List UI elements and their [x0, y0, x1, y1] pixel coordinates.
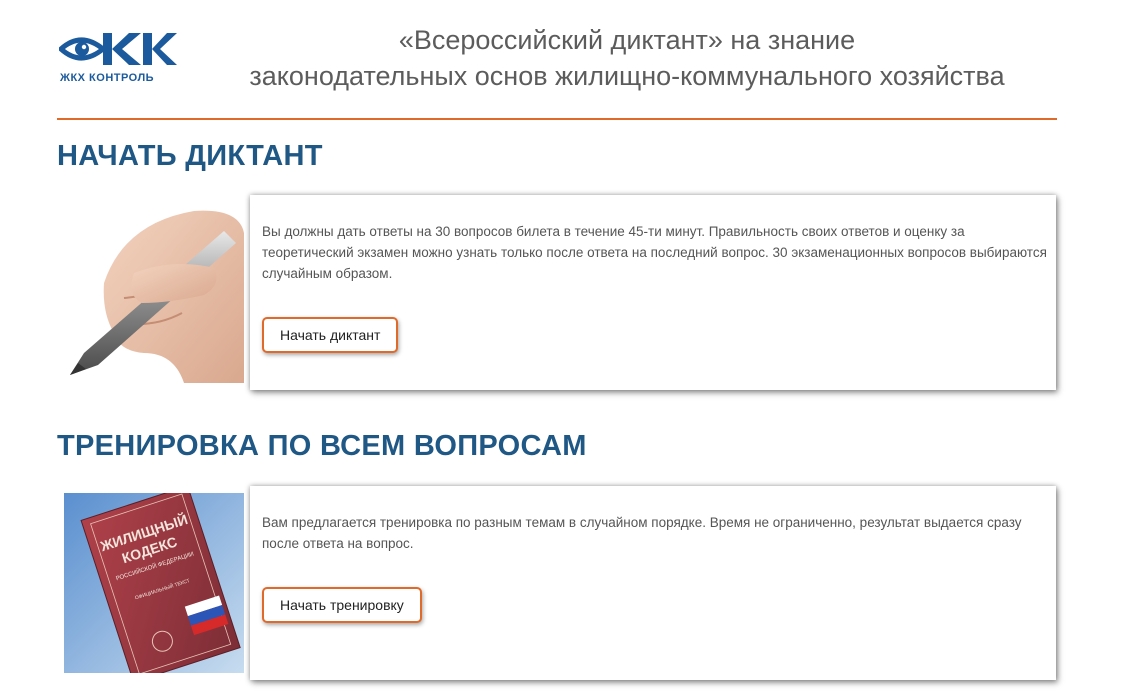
page: ЖКХ КОНТРОЛЬ «Всероссийский диктант» на …	[0, 0, 1131, 694]
logo[interactable]: ЖКХ КОНТРОЛЬ	[59, 29, 177, 89]
section-title-dictation: НАЧАТЬ ДИКТАНТ	[57, 140, 323, 172]
training-description: Вам предлагается тренировка по разным те…	[262, 515, 1022, 551]
dictation-card: Вы должны дать ответы на 30 вопросов бил…	[250, 195, 1056, 390]
page-title-line-1: «Всероссийский диктант» на знание	[398, 25, 856, 55]
logo-eye-k-icon	[59, 33, 177, 65]
start-dictation-button[interactable]: Начать диктант	[262, 317, 399, 353]
logo-text: ЖКХ КОНТРОЛЬ	[60, 72, 155, 84]
housing-code-book-image: ЖИЛИЩНЫЙ КОДЕКС РОССИЙСКОЙ ФЕДЕРАЦИИ ОФИ…	[64, 493, 244, 673]
dictation-description: Вы должны дать ответы на 30 вопросов бил…	[262, 224, 1047, 281]
section-title-training: ТРЕНИРОВКА ПО ВСЕМ ВОПРОСАМ	[57, 430, 587, 462]
page-title: «Всероссийский диктант» на знание законо…	[197, 22, 1057, 94]
page-header: ЖКХ КОНТРОЛЬ «Всероссийский диктант» на …	[57, 0, 1057, 120]
start-training-button[interactable]: Начать тренировку	[262, 587, 422, 623]
page-title-line-2: законодательных основ жилищно-коммунальн…	[249, 61, 1005, 91]
training-card: Вам предлагается тренировка по разным те…	[250, 486, 1056, 680]
hand-with-pen-image	[64, 203, 244, 383]
